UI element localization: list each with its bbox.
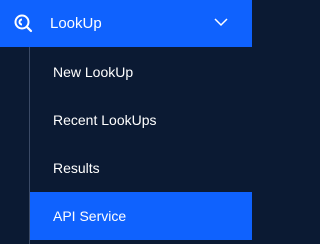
sidebar-rail: [0, 47, 30, 244]
submenu-item-api-service[interactable]: API Service: [30, 192, 252, 240]
lookup-menu-title: LookUp: [50, 15, 102, 32]
lookup-icon: [14, 14, 33, 33]
submenu-item-label: Recent LookUps: [53, 112, 157, 128]
chevron-down-icon[interactable]: [214, 17, 228, 27]
lookup-menu-header[interactable]: LookUp: [0, 0, 252, 47]
submenu-item-recent-lookups[interactable]: Recent LookUps: [30, 96, 252, 144]
submenu-item-results[interactable]: Results: [30, 144, 252, 192]
submenu-item-label: Results: [53, 160, 100, 176]
submenu-item-label: New LookUp: [53, 64, 134, 80]
submenu-item-new-lookup[interactable]: New LookUp: [30, 48, 252, 96]
submenu-item-label: API Service: [53, 208, 127, 224]
